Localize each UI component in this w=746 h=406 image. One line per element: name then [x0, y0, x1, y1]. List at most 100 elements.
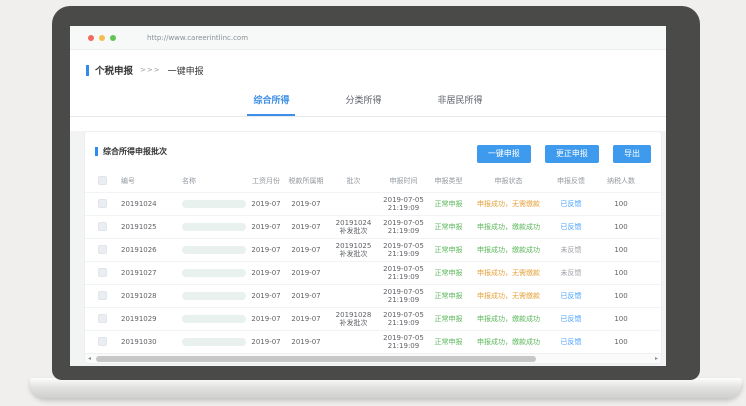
declare-status-cell: 申报成功，缴款成功: [471, 308, 546, 330]
row-checkbox[interactable]: [98, 199, 107, 208]
taxpayer-count-cell: 100: [596, 285, 646, 307]
row-checkbox[interactable]: [98, 222, 107, 231]
page-content: 综合所得申报批次 一键申报 更正申报 导出 编号 名称 工资月份 税款所属期 批…: [70, 131, 666, 366]
declare-type-cell: 正常申报: [426, 239, 471, 261]
scrollbar-thumb[interactable]: [96, 356, 536, 362]
name-cell: [166, 308, 246, 330]
declare-feedback-cell: 已反馈: [546, 331, 596, 353]
redacted-name-placeholder: [182, 269, 246, 277]
table-row[interactable]: 20191027 2019-07 2019-07 2019-07-05 21:1…: [85, 261, 662, 284]
declare-feedback-cell: 未反馈: [546, 262, 596, 284]
window-minimize-dot[interactable]: [99, 35, 105, 41]
salary-month-cell: 2019-07: [246, 239, 286, 261]
declare-time-cell: 2019-07-05 21:19:09: [381, 193, 426, 215]
tax-period-cell: 2019-07: [286, 193, 326, 215]
clipped-cell: 1: [646, 285, 662, 307]
name-cell: [166, 262, 246, 284]
batch-id-cell: 20191030: [119, 331, 166, 353]
table-row[interactable]: 20191030 2019-07 2019-07 2019-07-05 21:1…: [85, 330, 662, 353]
col-header-id: 编号: [119, 170, 166, 192]
batch-cell: [326, 331, 381, 353]
tab-classified-income[interactable]: 分类所得: [339, 87, 387, 116]
redacted-name-placeholder: [182, 315, 246, 323]
declare-time-cell: 2019-07-05 21:19:09: [381, 262, 426, 284]
declare-feedback-cell: 已反馈: [546, 308, 596, 330]
col-header-clipped: [646, 170, 662, 192]
name-cell: [166, 239, 246, 261]
name-cell: [166, 331, 246, 353]
table-row[interactable]: 20191024 2019-07 2019-07 2019-07-05 21:1…: [85, 192, 662, 215]
batch-id-cell: 20191024: [119, 193, 166, 215]
tab-bar: 综合所得 分类所得 非居民所得: [70, 87, 666, 117]
window-close-dot[interactable]: [88, 35, 94, 41]
salary-month-cell: 2019-07: [246, 308, 286, 330]
row-checkbox[interactable]: [98, 245, 107, 254]
taxpayer-count-cell: 100: [596, 193, 646, 215]
salary-month-cell: 2019-07: [246, 193, 286, 215]
col-header-declare-feedback: 申报反馈: [546, 170, 596, 192]
name-cell: [166, 285, 246, 307]
table-row[interactable]: 20191029 2019-07 2019-07 20191028 补发批次 2…: [85, 307, 662, 330]
row-checkbox[interactable]: [98, 291, 107, 300]
taxpayer-count-cell: 100: [596, 216, 646, 238]
declare-time-cell: 2019-07-05 21:19:09: [381, 331, 426, 353]
scroll-left-arrow-icon[interactable]: ◂: [88, 354, 91, 364]
declare-type-cell: 正常申报: [426, 285, 471, 307]
breadcrumb: 个税申报 >>> 一键申报: [70, 50, 666, 87]
panel-title: 综合所得申报批次: [95, 146, 167, 157]
tax-period-cell: 2019-07: [286, 331, 326, 353]
table-row[interactable]: 20191028 2019-07 2019-07 2019-07-05 21:1…: [85, 284, 662, 307]
name-cell: [166, 216, 246, 238]
select-all-checkbox[interactable]: [98, 176, 107, 185]
panel-title-text: 综合所得申报批次: [103, 146, 167, 157]
one-click-declare-button[interactable]: 一键申报: [477, 145, 531, 163]
clipped-cell: 1: [646, 193, 662, 215]
clipped-cell: 1: [646, 308, 662, 330]
breadcrumb-separator: >>>: [140, 66, 161, 74]
redacted-name-placeholder: [182, 338, 246, 346]
col-header-declare-time: 申报时间: [381, 170, 426, 192]
declare-feedback-cell: 已反馈: [546, 216, 596, 238]
salary-month-cell: 2019-07: [246, 216, 286, 238]
declare-feedback-cell: 已反馈: [546, 285, 596, 307]
url-text[interactable]: http://www.careerintlinc.com: [147, 34, 248, 42]
tax-period-cell: 2019-07: [286, 262, 326, 284]
declare-status-cell: 申报成功，缴款成功: [471, 239, 546, 261]
batch-cell: [326, 262, 381, 284]
batch-cell: 20191025 补发批次: [326, 239, 381, 261]
row-checkbox[interactable]: [98, 268, 107, 277]
export-button[interactable]: 导出: [613, 145, 651, 163]
col-header-declare-status: 申报状态: [471, 170, 546, 192]
batch-id-cell: 20191027: [119, 262, 166, 284]
horizontal-scrollbar[interactable]: ◂ ▸: [85, 353, 661, 363]
col-header-declare-type: 申报类型: [426, 170, 471, 192]
redacted-name-placeholder: [182, 246, 246, 254]
tax-period-cell: 2019-07: [286, 239, 326, 261]
row-checkbox[interactable]: [98, 337, 107, 346]
checkbox-cell: [85, 262, 119, 284]
batch-cell: [326, 285, 381, 307]
accent-bar: [95, 147, 98, 156]
table-row[interactable]: 20191025 2019-07 2019-07 20191024 补发批次 2…: [85, 215, 662, 238]
tab-nonresident-income[interactable]: 非居民所得: [432, 87, 489, 116]
salary-month-cell: 2019-07: [246, 262, 286, 284]
correct-declare-button[interactable]: 更正申报: [545, 145, 599, 163]
window-zoom-dot[interactable]: [110, 35, 116, 41]
declare-type-cell: 正常申报: [426, 331, 471, 353]
salary-month-cell: 2019-07: [246, 331, 286, 353]
clipped-cell: 1: [646, 239, 662, 261]
declare-type-cell: 正常申报: [426, 262, 471, 284]
batch-id-cell: 20191029: [119, 308, 166, 330]
tax-period-cell: 2019-07: [286, 308, 326, 330]
header-checkbox-cell: [85, 170, 119, 192]
panel-header: 综合所得申报批次 一键申报 更正申报 导出: [85, 132, 661, 170]
col-header-batch: 批次: [326, 170, 381, 192]
breadcrumb-section: 个税申报: [95, 63, 133, 77]
tab-comprehensive-income[interactable]: 综合所得: [247, 87, 295, 116]
table-row[interactable]: 20191026 2019-07 2019-07 20191025 补发批次 2…: [85, 238, 662, 261]
table-body: 20191024 2019-07 2019-07 2019-07-05 21:1…: [85, 192, 661, 353]
row-checkbox[interactable]: [98, 314, 107, 323]
scroll-right-arrow-icon[interactable]: ▸: [655, 354, 658, 364]
tax-period-cell: 2019-07: [286, 216, 326, 238]
taxpayer-count-cell: 100: [596, 331, 646, 353]
